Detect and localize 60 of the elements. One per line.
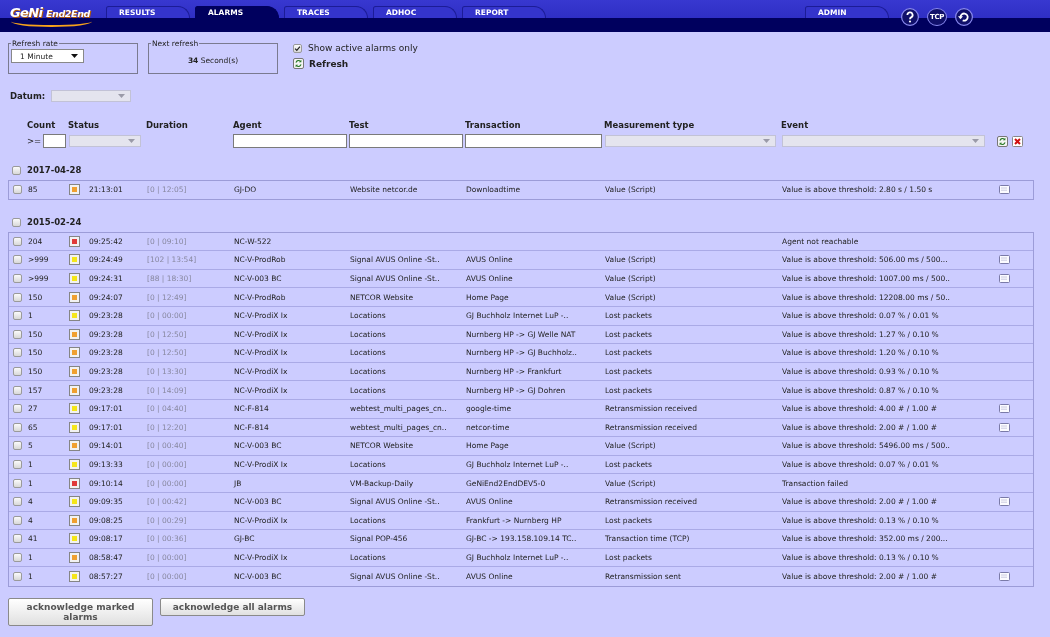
caret-icon [763,139,770,143]
checkbox[interactable] [12,217,21,227]
filter-input[interactable] [349,134,463,148]
acknowledge-button[interactable]: acknowledge all alarms [160,597,305,616]
column-header: Transaction [465,119,522,130]
column-header: Event [781,119,810,130]
column-header: Test [349,119,370,130]
refresh-icon[interactable] [997,135,1008,147]
filter-input[interactable] [233,134,347,148]
help-icon[interactable] [901,8,919,26]
column-header: Duration [146,119,189,130]
refresh-icon[interactable] [293,58,304,69]
checkbox[interactable] [13,311,22,321]
checkbox[interactable] [293,43,302,53]
refresh-button[interactable]: Refresh [293,58,418,69]
note-icon[interactable] [999,404,1010,414]
note-icon[interactable] [999,185,1010,195]
checkbox[interactable] [13,572,22,582]
checkbox[interactable] [13,478,22,488]
checkbox[interactable] [13,274,22,284]
operator-label: >= [27,136,42,146]
checkbox[interactable] [13,236,22,246]
logo: GeNi End2End [10,3,96,28]
close-icon[interactable] [1012,135,1023,147]
count-filter-input[interactable] [43,134,67,148]
checkbox[interactable] [13,367,22,377]
date-heading: 2015-02-24 [27,217,83,228]
checkbox[interactable] [13,385,22,395]
checkbox[interactable] [13,534,22,544]
checkbox[interactable] [13,553,22,562]
caret-icon [972,139,979,143]
column-header: Agent [233,119,263,130]
checkbox[interactable] [13,329,22,339]
checkbox[interactable] [13,255,22,265]
filter-input[interactable] [465,134,602,148]
column-header: Count [27,119,57,130]
checkbox[interactable] [12,165,21,175]
caret-icon [71,54,78,58]
field-label: Datum: [10,91,46,101]
checkbox[interactable] [13,404,22,414]
checkbox-label: Show active alarms only [308,43,418,53]
note-icon[interactable] [999,572,1010,582]
note-icon[interactable] [999,497,1010,507]
acknowledge-button[interactable]: acknowledge marked alarms [8,597,153,626]
column-header: Measurement type [604,119,696,130]
column-header: Status [68,119,101,130]
checkbox[interactable] [13,422,22,432]
date-heading: 2017-04-28 [27,165,83,175]
note-icon[interactable] [999,422,1010,432]
note-icon[interactable] [999,274,1010,284]
checkbox[interactable] [13,292,22,302]
checkbox[interactable] [13,460,22,469]
checkbox[interactable] [13,441,22,451]
checkbox[interactable] [13,515,22,525]
caret-icon [118,94,126,98]
checkbox[interactable] [13,497,22,507]
checkbox[interactable] [13,348,22,358]
caret-icon [128,139,135,143]
checkbox[interactable] [13,185,22,195]
note-icon[interactable] [999,255,1010,265]
